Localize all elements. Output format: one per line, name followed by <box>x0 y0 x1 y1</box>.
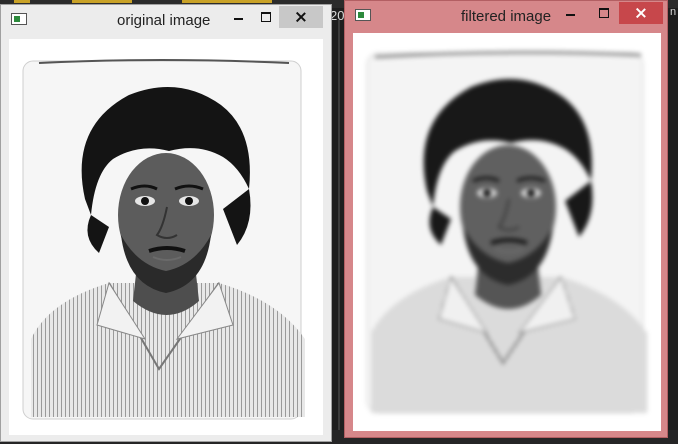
background-accent-mark <box>72 0 132 3</box>
background-text-fragment: 20 <box>330 8 345 23</box>
title-bar[interactable]: filtered image <box>345 1 667 31</box>
app-window-icon[interactable] <box>11 13 27 25</box>
background-accent-mark <box>14 0 30 3</box>
minimize-icon <box>565 14 575 16</box>
filtered-image-window[interactable]: filtered image <box>344 0 668 438</box>
minimize-button[interactable] <box>557 2 583 24</box>
maximize-button[interactable] <box>253 6 279 28</box>
window-title: original image <box>117 12 211 29</box>
close-icon <box>636 8 646 18</box>
portrait-photo <box>9 39 323 435</box>
maximize-icon <box>261 12 271 22</box>
image-canvas[interactable] <box>9 39 323 435</box>
background-text-fragment-right: n <box>670 6 677 18</box>
title-bar[interactable]: original image <box>1 5 331 35</box>
close-button[interactable] <box>279 6 323 28</box>
close-icon <box>296 12 306 22</box>
original-image-window[interactable]: original image <box>0 4 332 442</box>
background-accent-mark <box>182 0 272 3</box>
window-title: filtered image <box>461 8 552 25</box>
maximize-icon <box>599 8 609 18</box>
image-canvas[interactable] <box>353 33 661 431</box>
background-divider <box>338 20 340 440</box>
close-button[interactable] <box>619 2 663 24</box>
portrait-photo-blurred <box>353 33 661 431</box>
app-window-icon[interactable] <box>355 9 371 21</box>
maximize-button[interactable] <box>591 2 617 24</box>
minimize-button[interactable] <box>225 6 251 28</box>
minimize-icon <box>233 18 243 20</box>
